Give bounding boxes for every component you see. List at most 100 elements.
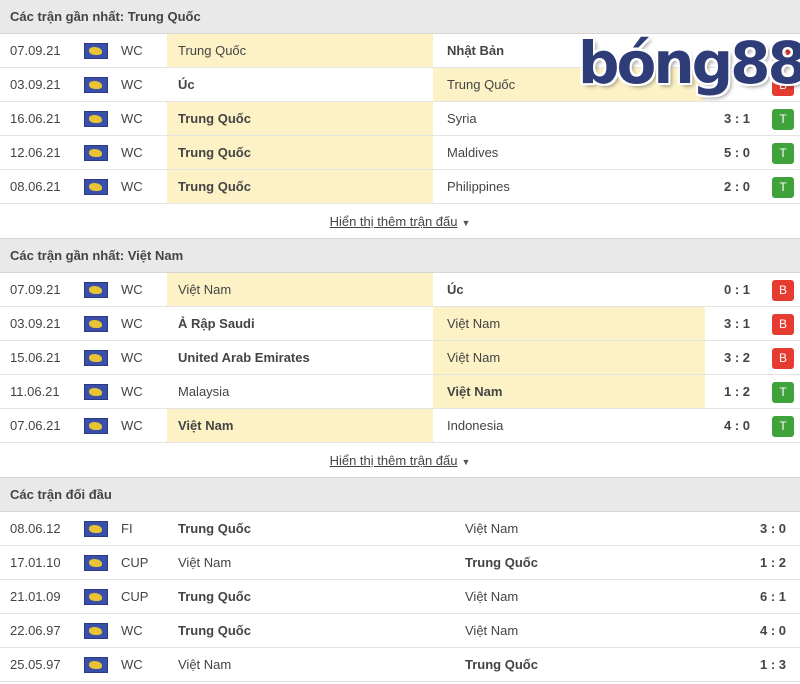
result-badge: T [772, 143, 794, 164]
match-row[interactable]: 11.06.21 WC Malaysia Việt Nam 1 : 2 T [0, 375, 800, 409]
competition: WC [121, 623, 143, 638]
score: 1 : 2 [723, 384, 750, 399]
world-competition-icon [84, 589, 108, 605]
home-team[interactable]: Trung Quốc [167, 136, 433, 169]
competition: WC [121, 316, 143, 331]
score: 6 : 1 [759, 589, 786, 604]
score: 1 : 2 [759, 555, 786, 570]
away-team[interactable]: Úc [433, 273, 705, 306]
score: 4 : 0 [723, 418, 750, 433]
show-more-link[interactable]: Hiển thị thêm trận đấu [330, 214, 458, 229]
world-competition-icon [84, 623, 108, 639]
competition: WC [121, 145, 143, 160]
away-team[interactable]: Philippines [433, 170, 705, 203]
away-team[interactable]: Trung Quốc [454, 546, 714, 579]
home-team[interactable]: Trung Quốc [167, 580, 454, 613]
match-date: 07.09.21 [10, 43, 61, 58]
match-row[interactable]: 07.06.21 WC Việt Nam Indonesia 4 : 0 T [0, 409, 800, 443]
score: 0 : 1 [723, 282, 750, 297]
result-badge: B [772, 348, 794, 369]
world-competition-icon [84, 282, 108, 298]
home-team[interactable]: Trung Quốc [167, 102, 433, 135]
match-row[interactable]: 25.05.97 WC Việt Nam Trung Quốc 1 : 3 [0, 648, 800, 682]
away-team[interactable]: Indonesia [433, 409, 705, 442]
world-competition-icon [84, 316, 108, 332]
world-competition-icon [84, 145, 108, 161]
world-competition-icon [84, 179, 108, 195]
away-team[interactable]: Việt Nam [454, 512, 714, 545]
world-competition-icon [84, 555, 108, 571]
competition: CUP [121, 555, 149, 570]
match-row[interactable]: 21.01.09 CUP Trung Quốc Việt Nam 6 : 1 [0, 580, 800, 614]
home-team[interactable]: Việt Nam [167, 273, 433, 306]
match-date: 07.09.21 [10, 282, 61, 297]
result-badge: T [772, 109, 794, 130]
world-competition-icon [84, 418, 108, 434]
home-team[interactable]: Việt Nam [167, 409, 433, 442]
world-competition-icon [84, 657, 108, 673]
home-team[interactable]: Ả Rập Saudi [167, 307, 433, 340]
score: 5 : 0 [723, 145, 750, 160]
away-team[interactable]: Việt Nam [433, 341, 705, 374]
home-team[interactable]: Trung Quốc [167, 512, 454, 545]
home-team[interactable]: Úc [167, 68, 433, 101]
competition: WC [121, 282, 143, 297]
away-team[interactable]: Syria [433, 102, 705, 135]
score: 3 : 2 [723, 350, 750, 365]
home-team[interactable]: Trung Quốc [167, 614, 454, 647]
away-team[interactable]: Việt Nam [433, 307, 705, 340]
competition: WC [121, 77, 143, 92]
match-row[interactable]: 08.06.12 FI Trung Quốc Việt Nam 3 : 0 [0, 512, 800, 546]
away-team[interactable]: Trung Quốc [454, 648, 714, 681]
result-badge: T [772, 382, 794, 403]
home-team[interactable]: Việt Nam [167, 546, 454, 579]
score: 3 : 0 [759, 521, 786, 536]
match-row[interactable]: 03.09.21 WC Ả Rập Saudi Việt Nam 3 : 1 B [0, 307, 800, 341]
away-team[interactable]: Việt Nam [433, 375, 705, 408]
away-team[interactable]: Việt Nam [454, 580, 714, 613]
competition: FI [121, 521, 133, 536]
match-row[interactable]: 17.01.10 CUP Việt Nam Trung Quốc 1 : 2 [0, 546, 800, 580]
competition: WC [121, 111, 143, 126]
match-row[interactable]: 15.06.21 WC United Arab Emirates Việt Na… [0, 341, 800, 375]
score: 4 : 0 [759, 623, 786, 638]
match-row[interactable]: 08.06.21 WC Trung Quốc Philippines 2 : 0… [0, 170, 800, 204]
home-team[interactable]: Trung Quốc [167, 34, 433, 67]
competition: WC [121, 43, 143, 58]
competition: WC [121, 384, 143, 399]
match-date: 15.06.21 [10, 350, 61, 365]
score: 3 : 1 [723, 111, 750, 126]
home-team[interactable]: Malaysia [167, 375, 433, 408]
world-competition-icon [84, 111, 108, 127]
match-date: 08.06.21 [10, 179, 61, 194]
match-row[interactable]: 22.06.97 WC Trung Quốc Việt Nam 4 : 0 [0, 614, 800, 648]
score: 3 : 1 [723, 316, 750, 331]
show-more: Hiển thị thêm trận đấu ▼ [0, 443, 800, 478]
home-team[interactable]: United Arab Emirates [167, 341, 433, 374]
score: 2 : 0 [723, 179, 750, 194]
home-team[interactable]: Trung Quốc [167, 170, 433, 203]
match-date: 21.01.09 [10, 589, 61, 604]
caret-down-icon[interactable]: ▼ [461, 218, 470, 228]
result-badge: T [772, 416, 794, 437]
match-date: 03.09.21 [10, 77, 61, 92]
result-badge: T [772, 177, 794, 198]
home-team[interactable]: Việt Nam [167, 648, 454, 681]
competition: WC [121, 418, 143, 433]
match-row[interactable]: 12.06.21 WC Trung Quốc Maldives 5 : 0 T [0, 136, 800, 170]
away-team[interactable]: Maldives [433, 136, 705, 169]
match-row[interactable]: 16.06.21 WC Trung Quốc Syria 3 : 1 T [0, 102, 800, 136]
match-row[interactable]: 07.09.21 WC Việt Nam Úc 0 : 1 B [0, 273, 800, 307]
match-date: 22.06.97 [10, 623, 61, 638]
competition: CUP [121, 589, 149, 604]
match-date: 16.06.21 [10, 111, 61, 126]
section: Các trận gần nhất: Việt Nam 07.09.21 WC … [0, 239, 800, 478]
caret-down-icon[interactable]: ▼ [461, 457, 470, 467]
away-team[interactable]: Việt Nam [454, 614, 714, 647]
match-date: 03.09.21 [10, 316, 61, 331]
match-date: 17.01.10 [10, 555, 61, 570]
competition: WC [121, 350, 143, 365]
world-competition-icon [84, 77, 108, 93]
result-badge: B [772, 314, 794, 335]
show-more-link[interactable]: Hiển thị thêm trận đấu [330, 453, 458, 468]
